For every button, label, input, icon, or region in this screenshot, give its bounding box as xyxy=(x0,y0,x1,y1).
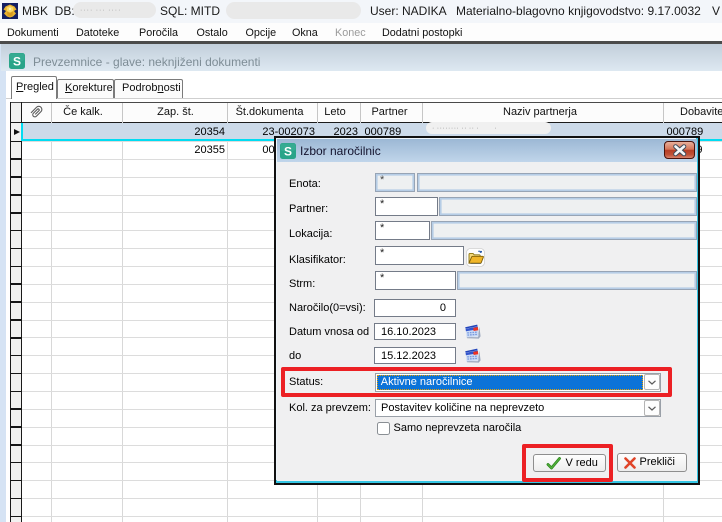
svg-text:S: S xyxy=(284,144,292,158)
svg-text:S: S xyxy=(12,54,20,68)
